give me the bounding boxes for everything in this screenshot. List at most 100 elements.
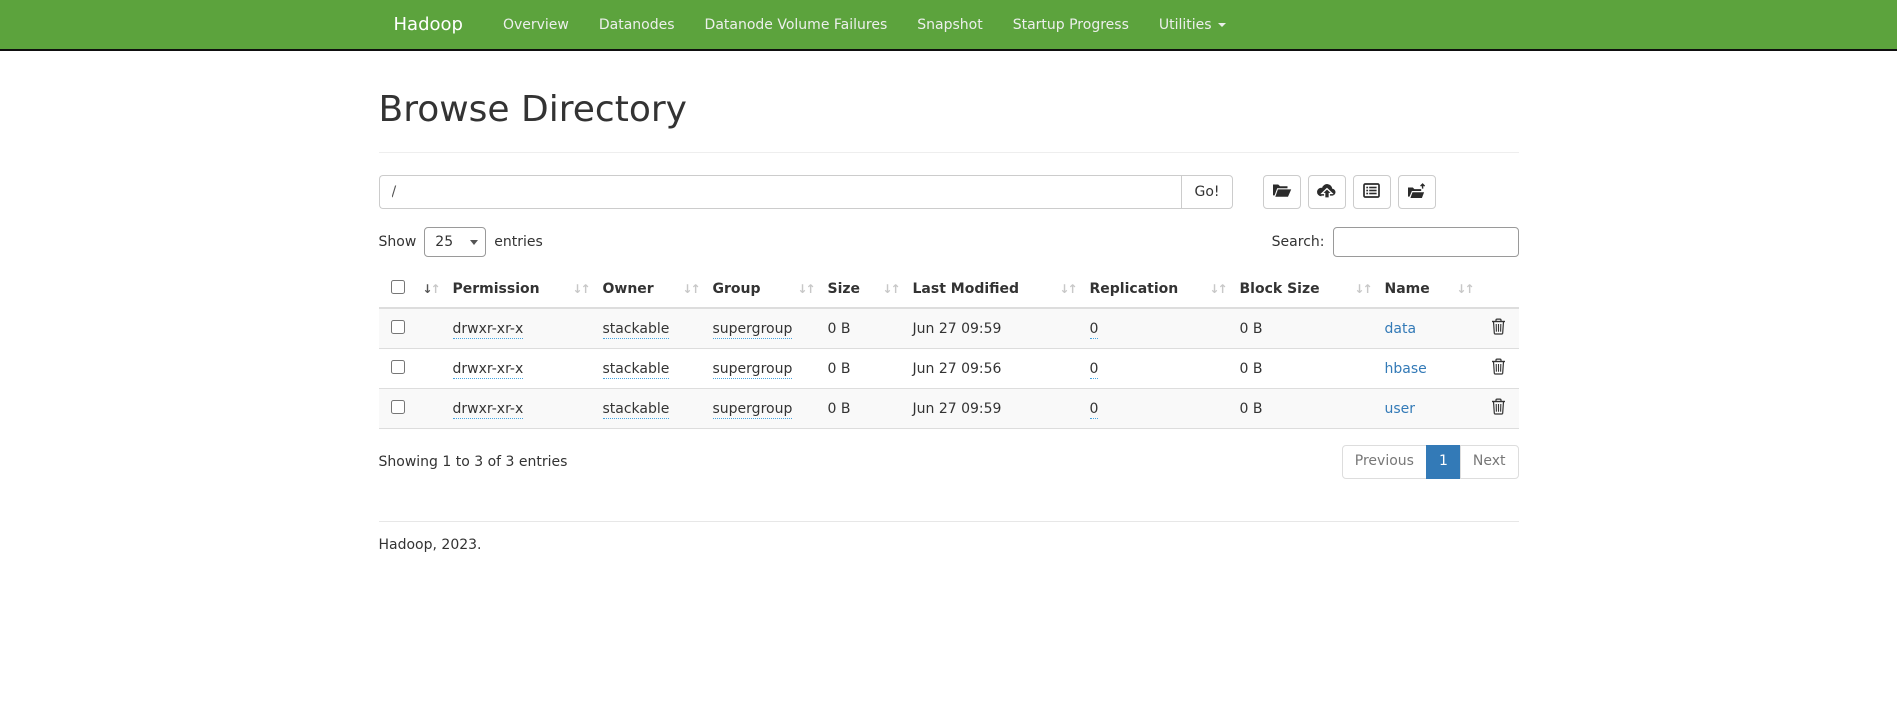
pagination: Previous 1 Next	[1342, 445, 1519, 479]
sort-icon[interactable]: ↓↑	[797, 283, 813, 295]
replication-value[interactable]: 0	[1090, 361, 1099, 379]
pagination-page-1[interactable]: 1	[1426, 445, 1461, 479]
path-bar: Go!	[379, 175, 1519, 209]
owner-value[interactable]: stackable	[603, 361, 670, 379]
trash-icon	[1491, 403, 1506, 418]
column-label: Last Modified	[913, 281, 1020, 297]
sort-icon[interactable]: ↓↑	[1354, 283, 1370, 295]
footer: Hadoop, 2023.	[379, 521, 1519, 553]
column-label: Group	[713, 281, 761, 297]
column-header-last-modified[interactable]: Last Modified ↓↑	[905, 271, 1082, 308]
last-modified-value: Jun 27 09:56	[905, 349, 1082, 389]
column-header-actions	[1479, 271, 1519, 308]
main-content: Browse Directory Go!	[364, 89, 1534, 553]
sort-icon[interactable]: ↓↑	[1209, 283, 1225, 295]
column-header-name[interactable]: Name ↓↑	[1377, 271, 1479, 308]
replication-value[interactable]: 0	[1090, 321, 1099, 339]
group-value[interactable]: supergroup	[713, 401, 793, 419]
navbar-brand[interactable]: Hadoop	[379, 14, 478, 35]
directory-link[interactable]: user	[1385, 401, 1416, 417]
create-directory-button[interactable]	[1263, 175, 1301, 209]
owner-value[interactable]: stackable	[603, 321, 670, 339]
column-label: Replication	[1090, 281, 1179, 297]
delete-button[interactable]	[1491, 398, 1506, 415]
folder-open-icon	[1272, 183, 1292, 201]
go-button[interactable]: Go!	[1181, 175, 1232, 209]
table-header-row: ↓↑ Permission ↓↑ Owner ↓↑ Group ↓↑ Size ↓↑ L…	[379, 271, 1519, 308]
nav-item-datanodes[interactable]: Datanodes	[584, 1, 690, 49]
column-header-size[interactable]: Size ↓↑	[820, 271, 905, 308]
sort-icon[interactable]: ↓↑	[882, 283, 898, 295]
table-row: drwxr-xr-x stackable supergroup 0 B Jun …	[379, 349, 1519, 389]
permission-value[interactable]: drwxr-xr-x	[453, 401, 524, 419]
nav-item-overview[interactable]: Overview	[488, 1, 584, 49]
select-all-checkbox[interactable]	[391, 280, 405, 294]
last-modified-value: Jun 27 09:59	[905, 308, 1082, 349]
row-checkbox[interactable]	[391, 320, 405, 334]
nav-item-utilities-label: Utilities	[1159, 17, 1212, 33]
trash-icon	[1491, 323, 1506, 338]
column-label: Size	[828, 281, 861, 297]
block-size-value: 0 B	[1232, 389, 1377, 429]
column-header-group[interactable]: Group ↓↑	[705, 271, 820, 308]
sort-icon[interactable]: ↓↑	[1059, 283, 1075, 295]
nav-item-startup-progress[interactable]: Startup Progress	[998, 1, 1144, 49]
group-value[interactable]: supergroup	[713, 361, 793, 379]
size-value: 0 B	[820, 349, 905, 389]
pagination-previous[interactable]: Previous	[1342, 445, 1427, 479]
size-value: 0 B	[820, 389, 905, 429]
sort-icon[interactable]: ↓↑	[1456, 283, 1472, 295]
delete-button[interactable]	[1491, 318, 1506, 335]
row-checkbox[interactable]	[391, 360, 405, 374]
owner-value[interactable]: stackable	[603, 401, 670, 419]
delete-button[interactable]	[1491, 358, 1506, 375]
nav-item-utilities[interactable]: Utilities	[1144, 1, 1241, 49]
move-to-button[interactable]	[1398, 175, 1436, 209]
table-row: drwxr-xr-x stackable supergroup 0 B Jun …	[379, 389, 1519, 429]
directory-link[interactable]: hbase	[1385, 361, 1427, 377]
column-header-select[interactable]: ↓↑	[379, 271, 445, 308]
sort-icon[interactable]: ↓↑	[572, 283, 588, 295]
cut-paste-button[interactable]	[1353, 175, 1391, 209]
column-label: Owner	[603, 281, 654, 297]
caret-down-icon	[1218, 23, 1226, 27]
folder-move-icon	[1407, 183, 1427, 202]
column-header-replication[interactable]: Replication ↓↑	[1082, 271, 1232, 308]
replication-value[interactable]: 0	[1090, 401, 1099, 419]
directory-table: ↓↑ Permission ↓↑ Owner ↓↑ Group ↓↑ Size ↓↑ L…	[379, 271, 1519, 429]
page-size-select[interactable]: 25	[424, 227, 486, 257]
table-row: drwxr-xr-x stackable supergroup 0 B Jun …	[379, 308, 1519, 349]
column-header-permission[interactable]: Permission ↓↑	[445, 271, 595, 308]
table-footer: Showing 1 to 3 of 3 entries Previous 1 N…	[379, 445, 1519, 479]
page-title: Browse Directory	[379, 89, 1519, 130]
trash-icon	[1491, 363, 1506, 378]
sort-icon[interactable]: ↓↑	[682, 283, 698, 295]
size-value: 0 B	[820, 308, 905, 349]
column-label: Name	[1385, 281, 1430, 297]
last-modified-value: Jun 27 09:59	[905, 389, 1082, 429]
show-label: Show	[379, 234, 417, 250]
nav-item-datanode-volume-failures[interactable]: Datanode Volume Failures	[690, 1, 903, 49]
column-header-owner[interactable]: Owner ↓↑	[595, 271, 705, 308]
upload-files-button[interactable]	[1308, 175, 1346, 209]
navbar: Hadoop Overview Datanodes Datanode Volum…	[0, 0, 1897, 51]
block-size-value: 0 B	[1232, 308, 1377, 349]
sort-icon[interactable]: ↓↑	[422, 283, 438, 295]
pagination-next[interactable]: Next	[1460, 445, 1519, 479]
path-input-group: Go!	[379, 175, 1233, 209]
permission-value[interactable]: drwxr-xr-x	[453, 361, 524, 379]
block-size-value: 0 B	[1232, 349, 1377, 389]
search-input[interactable]	[1333, 227, 1519, 257]
group-value[interactable]: supergroup	[713, 321, 793, 339]
column-header-block-size[interactable]: Block Size↓↑	[1232, 271, 1377, 308]
path-input[interactable]	[379, 175, 1182, 209]
list-alt-icon	[1363, 183, 1380, 201]
directory-link[interactable]: data	[1385, 321, 1417, 337]
table-info: Showing 1 to 3 of 3 entries	[379, 454, 568, 470]
explorer-actions	[1263, 175, 1436, 209]
search-control: Search:	[1272, 227, 1519, 257]
permission-value[interactable]: drwxr-xr-x	[453, 321, 524, 339]
row-checkbox[interactable]	[391, 400, 405, 414]
column-label: Permission	[453, 281, 540, 297]
nav-item-snapshot[interactable]: Snapshot	[902, 1, 997, 49]
